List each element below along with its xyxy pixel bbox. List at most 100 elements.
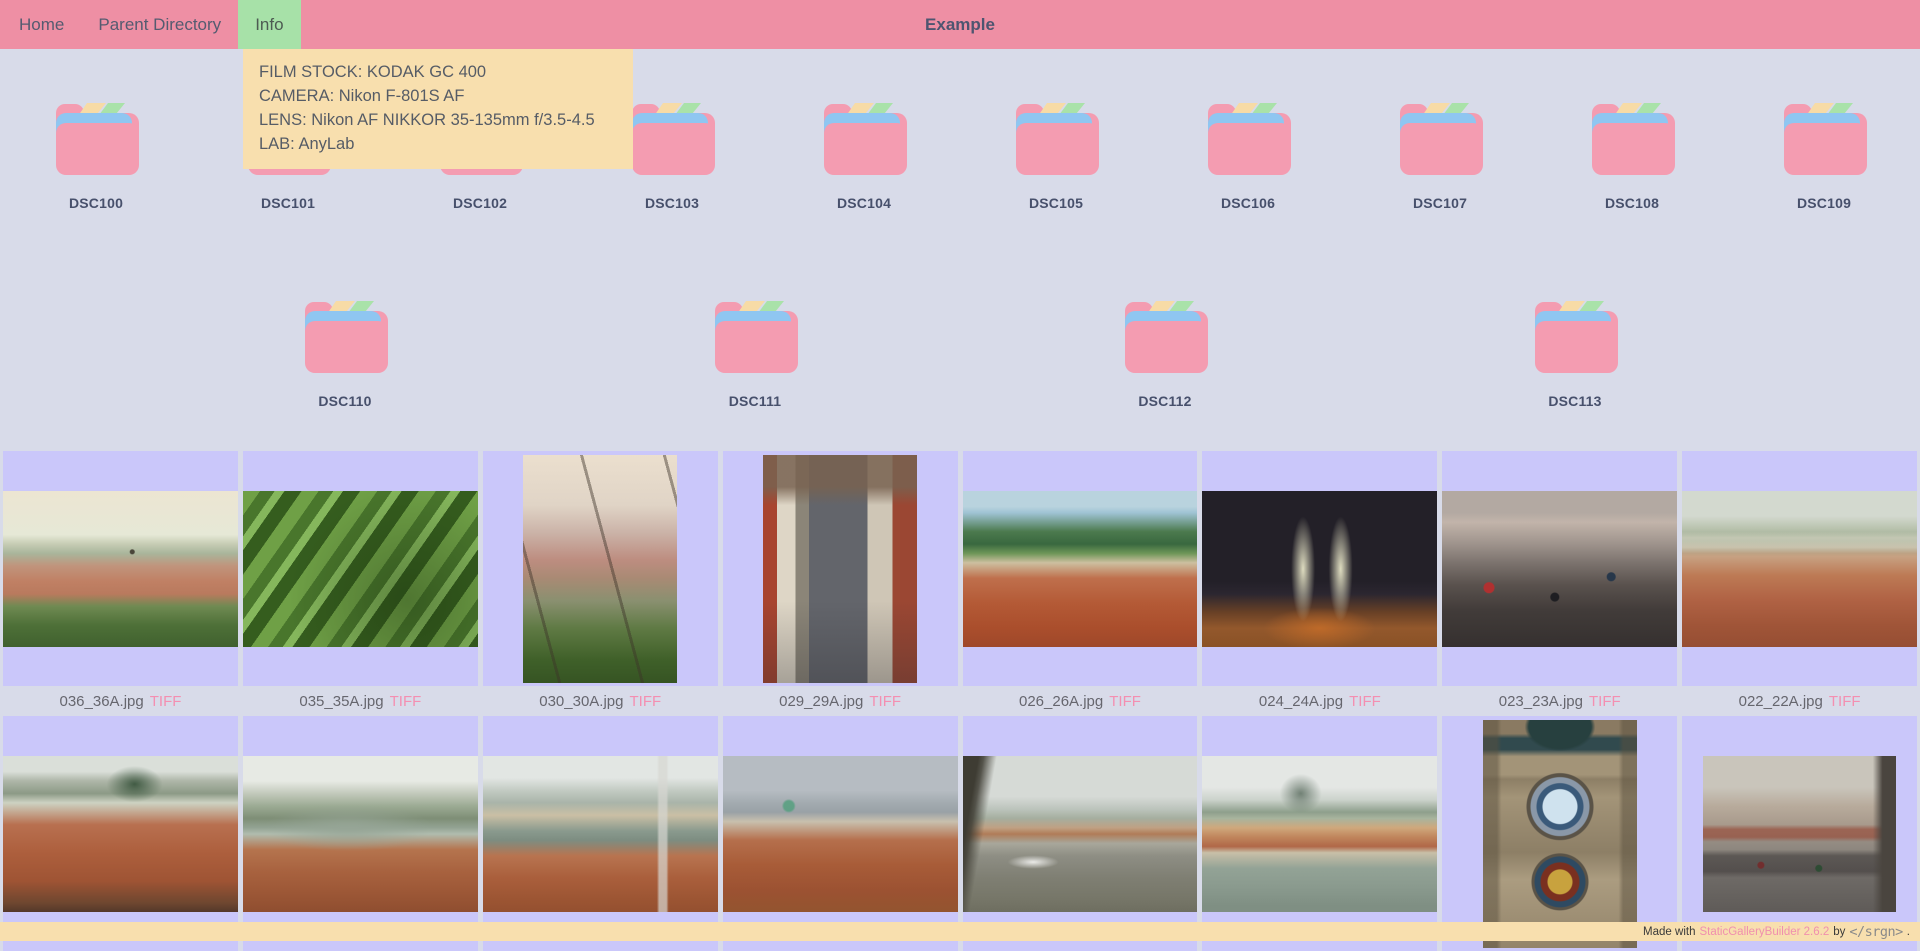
nav-item-home[interactable]: Home xyxy=(2,0,81,49)
thumbnail-cell: 030_30A.jpg TIFF xyxy=(483,451,718,716)
folder-item-dsc109[interactable]: DSC109 xyxy=(1759,103,1889,211)
thumbnail-link[interactable] xyxy=(3,451,238,686)
footer-builder-link[interactable]: StaticGalleryBuilder 2.6.2 xyxy=(1699,926,1829,938)
folder-icon xyxy=(629,103,715,175)
folder-row-2: DSC110 DSC111 DSC112 DSC113 xyxy=(0,301,1920,409)
thumbnail-cell: 023_23A.jpg TIFF xyxy=(1442,451,1677,716)
thumbnail-image xyxy=(523,455,677,683)
folder-label: DSC109 xyxy=(1797,195,1851,211)
folder-item-dsc106[interactable]: DSC106 xyxy=(1183,103,1313,211)
thumbnail-link[interactable] xyxy=(243,716,478,951)
tiff-link[interactable]: TIFF xyxy=(150,693,182,710)
tooltip-line-film-stock: FILM STOCK: KODAK GC 400 xyxy=(259,60,617,84)
thumbnail-filename: 024_24A.jpg xyxy=(1259,693,1343,710)
thumbnail-image xyxy=(1202,491,1437,647)
thumbnail-caption: 035_35A.jpg TIFF xyxy=(243,686,478,716)
thumbnail-link[interactable] xyxy=(963,716,1198,951)
thumbnail-link[interactable] xyxy=(1442,716,1677,951)
folder-icon xyxy=(712,301,798,373)
tiff-link[interactable]: TIFF xyxy=(1349,693,1381,710)
thumbnail-link[interactable] xyxy=(1202,451,1437,686)
thumbnail-link[interactable] xyxy=(3,716,238,951)
folder-item-dsc105[interactable]: DSC105 xyxy=(991,103,1121,211)
tooltip-line-camera: CAMERA: Nikon F-801S AF xyxy=(259,84,617,108)
folder-item-dsc112[interactable]: DSC112 xyxy=(1100,301,1230,409)
folder-item-dsc111[interactable]: DSC111 xyxy=(690,301,820,409)
tooltip-line-lens: LENS: Nikon AF NIKKOR 35-135mm f/3.5-4.5 xyxy=(259,108,617,132)
thumbnail-caption: 022_22A.jpg TIFF xyxy=(1682,686,1917,716)
folder-icon xyxy=(1122,301,1208,373)
tiff-link[interactable]: TIFF xyxy=(1109,693,1141,710)
footer-srgn-logo: </srgn> xyxy=(1849,924,1902,940)
info-tooltip: FILM STOCK: KODAK GC 400 CAMERA: Nikon F… xyxy=(243,49,633,169)
tiff-link[interactable]: TIFF xyxy=(390,693,422,710)
footer-bar: Made with StaticGalleryBuilder 2.6.2 by … xyxy=(0,922,1920,941)
thumbnail-link[interactable] xyxy=(243,451,478,686)
top-nav-bar: Home Parent Directory Info Example xyxy=(0,0,1920,49)
folder-label: DSC111 xyxy=(729,393,782,409)
thumbnail-image xyxy=(1682,491,1917,647)
thumbnail-link[interactable] xyxy=(1682,716,1917,951)
thumbnail-cell xyxy=(723,716,958,951)
tiff-link[interactable]: TIFF xyxy=(629,693,661,710)
thumbnail-link[interactable] xyxy=(483,451,718,686)
tiff-link[interactable]: TIFF xyxy=(869,693,901,710)
thumbnail-image xyxy=(1703,756,1896,912)
folder-icon xyxy=(1532,301,1618,373)
thumbnail-link[interactable] xyxy=(1442,451,1677,686)
thumbnail-link[interactable] xyxy=(723,451,958,686)
thumbnail-link[interactable] xyxy=(723,716,958,951)
nav-item-info[interactable]: Info xyxy=(238,0,300,49)
thumbnail-image xyxy=(963,756,1198,912)
thumbnail-row-2 xyxy=(0,716,1920,951)
folder-icon xyxy=(1205,103,1291,175)
folder-item-dsc104[interactable]: DSC104 xyxy=(799,103,929,211)
folder-icon xyxy=(1781,103,1867,175)
folder-label: DSC101 xyxy=(261,195,315,211)
footer-made-with-text: Made with xyxy=(1643,926,1695,938)
folder-label: DSC102 xyxy=(453,195,507,211)
thumbnail-cell: 022_22A.jpg TIFF xyxy=(1682,451,1917,716)
thumbnail-link[interactable] xyxy=(483,716,718,951)
folder-item-dsc100[interactable]: DSC100 xyxy=(31,103,161,211)
folder-item-dsc110[interactable]: DSC110 xyxy=(280,301,410,409)
folder-item-dsc108[interactable]: DSC108 xyxy=(1567,103,1697,211)
folder-item-dsc107[interactable]: DSC107 xyxy=(1375,103,1505,211)
thumbnail-filename: 036_36A.jpg xyxy=(59,693,143,710)
folder-label: DSC103 xyxy=(645,195,699,211)
thumbnail-filename: 030_30A.jpg xyxy=(539,693,623,710)
folder-icon xyxy=(821,103,907,175)
folder-label: DSC110 xyxy=(318,393,371,409)
thumbnail-filename: 022_22A.jpg xyxy=(1739,693,1823,710)
thumbnail-image xyxy=(3,491,238,647)
folder-label: DSC106 xyxy=(1221,195,1275,211)
folder-label: DSC107 xyxy=(1413,195,1467,211)
thumbnail-link[interactable] xyxy=(963,451,1198,686)
tooltip-line-lab: LAB: AnyLab xyxy=(259,132,617,156)
nav-item-parent-directory[interactable]: Parent Directory xyxy=(81,0,238,49)
thumbnail-caption: 036_36A.jpg TIFF xyxy=(3,686,238,716)
thumbnail-filename: 026_26A.jpg xyxy=(1019,693,1103,710)
thumbnail-cell xyxy=(243,716,478,951)
folder-icon xyxy=(302,301,388,373)
folder-label: DSC100 xyxy=(69,195,123,211)
folder-icon xyxy=(53,103,139,175)
thumbnail-image xyxy=(1442,491,1677,647)
tiff-link[interactable]: TIFF xyxy=(1589,693,1621,710)
footer-by-text: by xyxy=(1833,926,1845,938)
thumbnail-image xyxy=(3,756,238,912)
thumbnail-caption: 024_24A.jpg TIFF xyxy=(1202,686,1437,716)
thumbnail-link[interactable] xyxy=(1202,716,1437,951)
tiff-link[interactable]: TIFF xyxy=(1829,693,1861,710)
folder-label: DSC104 xyxy=(837,195,891,211)
thumbnail-image xyxy=(1202,756,1437,912)
thumbnail-cell xyxy=(483,716,718,951)
folder-item-dsc113[interactable]: DSC113 xyxy=(1510,301,1640,409)
thumbnail-filename: 023_23A.jpg xyxy=(1499,693,1583,710)
thumbnail-filename: 035_35A.jpg xyxy=(299,693,383,710)
thumbnail-image xyxy=(963,491,1198,647)
page-title: Example xyxy=(925,15,995,35)
folder-icon xyxy=(1589,103,1675,175)
thumbnail-caption: 029_29A.jpg TIFF xyxy=(723,686,958,716)
thumbnail-link[interactable] xyxy=(1682,451,1917,686)
